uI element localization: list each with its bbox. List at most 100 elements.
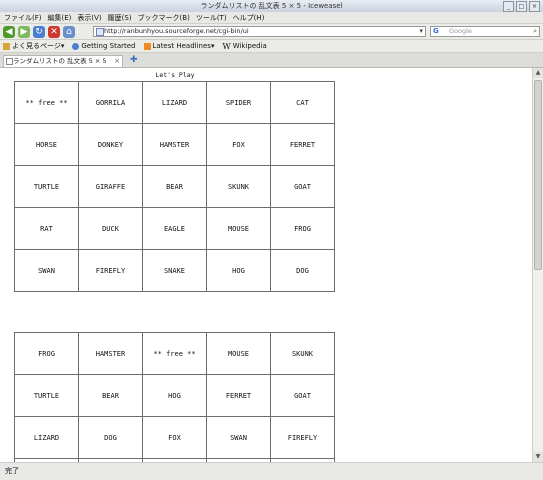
bookmark-getting-started[interactable]: Getting Started [72, 42, 136, 50]
table-row: FROG HAMSTER ** free ** MOUSE SKUNK [14, 332, 335, 375]
table-row: LIZARD DOG FOX SWAN FIREFLY [14, 416, 335, 459]
bingo-cell: GOAT [270, 165, 335, 208]
scroll-up-icon[interactable]: ▲ [533, 68, 543, 78]
bingo-card-2: FROG HAMSTER ** free ** MOUSE SKUNK TURT… [14, 332, 335, 462]
bingo-cell: FOX [142, 416, 207, 459]
bingo-cell: EAGLE [142, 207, 207, 250]
search-icon[interactable]: ⌕ [533, 27, 537, 36]
site-favicon-icon [96, 28, 104, 36]
bingo-cell: HORSE [14, 123, 79, 166]
status-bar: 完了 [0, 462, 543, 480]
table-row: SWAN FIREFLY SNAKE HOG DOG [14, 249, 335, 292]
address-dropdown-icon[interactable]: ▾ [419, 27, 423, 36]
status-text: 完了 [5, 467, 19, 475]
bingo-cell: SKUNK [270, 332, 335, 375]
address-bar[interactable]: http://ranbunhyou.sourceforge.net/cgi-bi… [93, 26, 426, 37]
bingo-cell: BEAR [142, 165, 207, 208]
bingo-cell: FROG [14, 332, 79, 375]
bingo-cell: ** free ** [142, 332, 207, 375]
maximize-button[interactable]: □ [516, 1, 527, 12]
close-tab-icon[interactable]: × [114, 56, 120, 67]
bingo-cell: DOG [270, 249, 335, 292]
menu-view[interactable]: 表示(V) [77, 13, 101, 23]
forward-arrow-icon[interactable]: ▶ [18, 25, 30, 38]
new-tab-icon[interactable]: ✚ [130, 55, 138, 65]
bingo-cell: HOG [206, 249, 271, 292]
bookmark-most-visited[interactable]: よく見るページ▾ [3, 41, 64, 51]
rss-feed-icon [143, 42, 151, 50]
tab-label: ランダムリストの 乱文表 5 × 5 [13, 57, 107, 65]
bookmark-label: Wikipedia [232, 42, 267, 50]
bookmarks-toolbar: よく見るページ▾ Getting Started Latest Headline… [0, 40, 543, 53]
folder-icon [3, 42, 10, 50]
scrollbar-thumb[interactable] [534, 80, 542, 270]
reload-icon[interactable]: ↻ [33, 25, 45, 38]
menu-help[interactable]: ヘルプ(H) [233, 13, 265, 23]
scroll-down-icon[interactable]: ▼ [533, 452, 543, 462]
table-row: HORSE DONKEY HAMSTER FOX FERRET [14, 123, 335, 166]
google-engine-icon[interactable]: G [433, 27, 439, 36]
bingo-cell: RAT [14, 207, 79, 250]
bingo-cell: MOUSE [206, 332, 271, 375]
bookmark-latest-headlines[interactable]: Latest Headlines▾ [143, 42, 215, 50]
bingo-cell: DOG [78, 416, 143, 459]
menubar: ファイル(F) 編集(E) 表示(V) 履歴(S) ブックマーク(B) ツール(… [0, 12, 543, 24]
bookmark-label: Latest Headlines▾ [152, 42, 215, 50]
stop-icon[interactable]: ✕ [48, 25, 60, 38]
firefox-icon [72, 42, 80, 50]
bingo-cell: GOAT [270, 374, 335, 417]
bingo-cell: TURTLE [14, 165, 79, 208]
bingo-cell: MOUSE [206, 207, 271, 250]
home-icon[interactable]: ⌂ [63, 25, 75, 38]
table-row: TURTLE BEAR HOG FERRET GOAT [14, 374, 335, 417]
table-row: ** free ** GORRILA LIZARD SPIDER CAT [14, 81, 335, 124]
bingo-cell: LIZARD [14, 416, 79, 459]
minimize-button[interactable]: _ [503, 1, 514, 12]
bingo-cell: SKUNK [206, 165, 271, 208]
bingo-cell: HAMSTER [142, 123, 207, 166]
bingo-cell: GORRILA [78, 81, 143, 124]
bingo-cell: FIREFLY [78, 249, 143, 292]
window-title: ランダムリストの 乱文表 5 × 5 - Iceweasel [200, 2, 343, 10]
bingo-card-1: ** free ** GORRILA LIZARD SPIDER CAT HOR… [14, 81, 335, 292]
close-window-button[interactable]: × [529, 1, 540, 12]
bingo-cell: ** free ** [14, 81, 79, 124]
bookmark-label: よく見るページ▾ [12, 42, 65, 50]
page-icon [6, 58, 13, 65]
address-text: http://ranbunhyou.sourceforge.net/cgi-bi… [104, 27, 249, 35]
vertical-scrollbar[interactable]: ▲ ▼ [532, 68, 543, 462]
bingo-cell: SPIDER [206, 81, 271, 124]
bingo-cell: CAT [270, 81, 335, 124]
menu-edit[interactable]: 編集(E) [48, 13, 72, 23]
bingo-cell: HOG [142, 374, 207, 417]
tab-active[interactable]: ランダムリストの 乱文表 5 × 5 × [3, 55, 123, 67]
bingo-cell: BEAR [78, 374, 143, 417]
search-input[interactable]: G Google ⌕ [430, 26, 540, 37]
bingo-cell: HAMSTER [78, 332, 143, 375]
bingo-cell: FIREFLY [270, 416, 335, 459]
bingo-cell: TURTLE [14, 374, 79, 417]
table-row: TURTLE GIRAFFE BEAR SKUNK GOAT [14, 165, 335, 208]
back-arrow-icon[interactable]: ◀ [3, 25, 15, 38]
search-placeholder: Google [449, 27, 472, 35]
menu-file[interactable]: ファイル(F) [4, 13, 42, 23]
menu-tools[interactable]: ツール(T) [196, 13, 227, 23]
bingo-cell: FROG [270, 207, 335, 250]
bookmark-wikipedia[interactable]: W Wikipedia [222, 42, 266, 51]
tab-bar: ランダムリストの 乱文表 5 × 5 × ✚ [0, 53, 543, 68]
table-caption: Let's Play [155, 71, 195, 79]
menu-bookmarks[interactable]: ブックマーク(B) [138, 13, 190, 23]
bingo-cell: GIRAFFE [78, 165, 143, 208]
bookmark-label: Getting Started [81, 42, 136, 50]
bingo-cell: FOX [206, 123, 271, 166]
bingo-cell: LIZARD [142, 81, 207, 124]
menu-history[interactable]: 履歴(S) [108, 13, 132, 23]
bingo-cell: SWAN [206, 416, 271, 459]
bingo-cell: FERRET [206, 374, 271, 417]
bingo-cell: FERRET [270, 123, 335, 166]
window-controls: _ □ × [503, 1, 540, 12]
table-row: RAT DUCK EAGLE MOUSE FROG [14, 207, 335, 250]
bingo-cell: DUCK [78, 207, 143, 250]
bingo-cell: SNAKE [142, 249, 207, 292]
page-content: Let's Play ** free ** GORRILA LIZARD SPI… [0, 68, 532, 462]
